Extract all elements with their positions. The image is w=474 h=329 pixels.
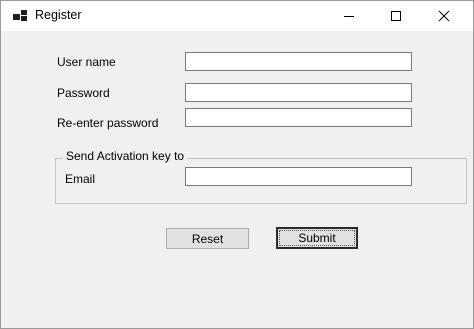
activation-group-label: Send Activation key to	[63, 149, 188, 163]
password-input[interactable]	[185, 83, 412, 102]
register-window: Register User name Password Re-enter pas…	[0, 0, 474, 329]
email-input[interactable]	[185, 167, 412, 186]
close-icon	[438, 10, 450, 22]
submit-button[interactable]: Submit	[276, 227, 358, 249]
close-button[interactable]	[421, 1, 467, 31]
password-label: Password	[57, 86, 110, 100]
reenter-password-input[interactable]	[185, 108, 412, 127]
minimize-button[interactable]	[326, 1, 372, 31]
app-icon	[13, 10, 27, 21]
reenter-password-label: Re-enter password	[57, 116, 159, 130]
reset-button-label: Reset	[191, 231, 224, 246]
title-bar[interactable]: Register	[1, 1, 473, 31]
username-label: User name	[57, 55, 116, 69]
username-input[interactable]	[185, 52, 412, 71]
maximize-button[interactable]	[373, 1, 419, 31]
reset-button[interactable]: Reset	[166, 228, 249, 249]
maximize-icon	[391, 11, 401, 21]
window-title: Register	[35, 8, 82, 22]
email-label: Email	[65, 172, 96, 186]
minimize-icon	[344, 16, 354, 17]
submit-button-label: Submit	[298, 231, 336, 245]
